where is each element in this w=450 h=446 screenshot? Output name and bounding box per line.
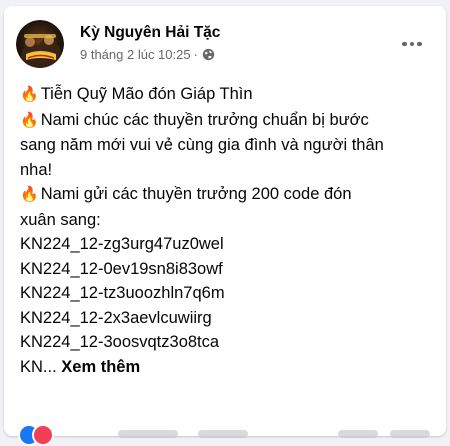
comment-count[interactable] bbox=[338, 430, 378, 438]
reaction-names bbox=[198, 430, 248, 438]
more-horizontal-icon bbox=[402, 41, 422, 47]
post-line: nha! bbox=[20, 160, 53, 179]
truncated-text: KN... bbox=[20, 357, 57, 376]
post-header: Kỳ Nguyên Hải Tặc 9 tháng 2 lúc 10:25 · bbox=[16, 20, 434, 70]
post-line: 🔥 Nami gửi các thuyền trưởng 200 code đón bbox=[20, 185, 352, 203]
post-line: 🔥 Tiễn Quỹ Mão đón Giáp Thìn bbox=[20, 85, 253, 103]
post-body: 🔥 Tiễn Quỹ Mão đón Giáp Thìn 🔥 Nami chúc c… bbox=[20, 82, 440, 379]
post-line: xuân sang: bbox=[20, 210, 101, 229]
page-avatar[interactable] bbox=[16, 20, 64, 68]
gift-code: KN224_12-0ev19sn8i83owf bbox=[20, 259, 223, 278]
post-line-truncated: KN... Xem thêm bbox=[20, 355, 440, 380]
post-timestamp[interactable]: 9 tháng 2 lúc 10:25 bbox=[80, 47, 191, 62]
post-author-name[interactable]: Kỳ Nguyên Hải Tặc bbox=[80, 24, 220, 42]
gift-code: KN224_12-zg3urg47uz0wel bbox=[20, 235, 224, 253]
gift-code: KN224_12-2x3aevlcuwiirg bbox=[20, 308, 212, 327]
post-card: Kỳ Nguyên Hải Tặc 9 tháng 2 lúc 10:25 · … bbox=[4, 6, 446, 446]
post-meta: 9 tháng 2 lúc 10:25 · bbox=[80, 47, 215, 62]
reactions-bar bbox=[18, 424, 432, 446]
fire-icon: 🔥 bbox=[20, 111, 39, 129]
see-more-link[interactable]: Xem thêm bbox=[61, 358, 140, 376]
gift-code: KN224_12-tz3uoozhln7q6m bbox=[20, 284, 225, 302]
post-line: sang năm mới vui vẻ cùng gia đình và ngư… bbox=[20, 136, 384, 154]
globe-icon[interactable] bbox=[202, 48, 215, 61]
meta-separator: · bbox=[193, 47, 198, 62]
fire-icon: 🔥 bbox=[20, 86, 39, 103]
reaction-count[interactable] bbox=[118, 430, 178, 438]
love-reaction-icon[interactable] bbox=[32, 424, 54, 446]
post-line: 🔥 Nami chúc các thuyền trưởng chuẩn bị bư… bbox=[20, 110, 369, 129]
gift-code: KN224_12-3oosvqtz3o8tca bbox=[20, 333, 220, 351]
more-options-button[interactable] bbox=[394, 26, 430, 62]
fire-icon: 🔥 bbox=[20, 186, 39, 203]
share-count[interactable] bbox=[390, 430, 430, 438]
